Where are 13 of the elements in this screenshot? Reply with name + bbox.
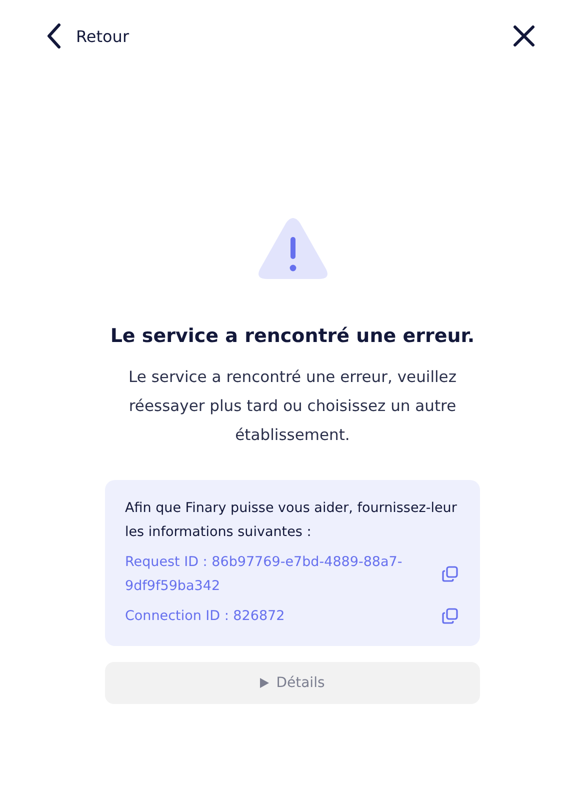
close-icon[interactable]	[513, 25, 535, 47]
back-button[interactable]: Retour	[46, 23, 130, 49]
id-text: Connection ID : 826872	[125, 607, 285, 626]
copy-icon[interactable]	[442, 566, 458, 582]
error-title: Le service a rencontré une erreur.	[110, 325, 475, 347]
info-text: Afin que Finary puisse vous aider, fournissez-leur les informations suivantes :	[125, 499, 458, 542]
error-message: Le service a rencontré une erreur, veuillez réessayer plus tard ou choisissez un autre établissement.	[128, 367, 458, 446]
id-text: Request ID : 86b97769-e7bd-4889-88a7-9df9f59ba342	[125, 553, 404, 596]
details-button[interactable]: Détails	[105, 662, 480, 704]
chevron-left-icon	[46, 23, 62, 49]
copy-icon[interactable]	[442, 608, 458, 624]
play-icon	[260, 678, 270, 688]
warning-icon	[256, 217, 328, 281]
